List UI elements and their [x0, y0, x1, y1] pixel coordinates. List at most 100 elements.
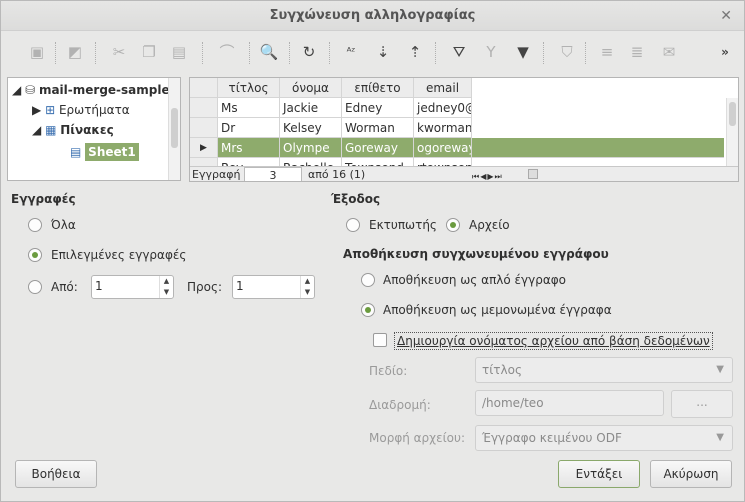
data-to-text-icon[interactable]: ≡: [595, 40, 619, 64]
stepper-arrows-icon[interactable]: ▲ ▼: [300, 276, 314, 298]
records-heading: Εγγραφές: [11, 192, 76, 206]
paste-icon[interactable]: ▤: [167, 40, 191, 64]
chevron-down-icon: ▼: [716, 364, 724, 375]
expand-down-icon[interactable]: ◢: [12, 83, 21, 97]
expand-right-icon[interactable]: ▶: [32, 103, 41, 117]
help-button[interactable]: Βοήθεια: [15, 460, 97, 488]
save-heading: Αποθήκευση συγχωνευμένου εγγράφου: [343, 247, 609, 261]
grid-cell[interactable]: Mrs: [218, 138, 280, 158]
undo-icon[interactable]: ⌒: [215, 40, 239, 64]
save-individual-label[interactable]: Αποθήκευση ως μεμονωμένα έγγραφα: [383, 302, 612, 318]
apply-filter-icon[interactable]: ▼: [511, 40, 535, 64]
output-printer-radio[interactable]: [346, 218, 360, 232]
grid-cell[interactable]: jedney0@: [414, 98, 472, 118]
grid-cell[interactable]: Goreway: [342, 138, 414, 158]
grid-cell[interactable]: Olympe: [280, 138, 342, 158]
tree-item-queries[interactable]: ▶ ⊞ Ερωτήματα: [32, 100, 130, 120]
grid-cell[interactable]: kworman1: [414, 118, 472, 138]
column-header[interactable]: τίτλος: [218, 78, 280, 98]
field-select[interactable]: τίτλος ▼: [475, 357, 733, 383]
row-header-corner: [190, 78, 218, 98]
row-header[interactable]: [190, 98, 218, 118]
filter-icon[interactable]: Y: [479, 40, 503, 64]
output-printer-label[interactable]: Εκτυπωτής: [369, 217, 437, 233]
grid-scrollbar[interactable]: [726, 98, 738, 166]
mail-merge-icon[interactable]: ✉: [657, 40, 681, 64]
output-heading: Έξοδος: [331, 192, 381, 206]
stepper-arrows-icon[interactable]: ▲ ▼: [159, 276, 173, 298]
sort-descending-icon[interactable]: ⇡: [403, 40, 427, 64]
data-grid: τίτλος όνομα επίθετο email Ms Jackie Edn…: [189, 77, 739, 182]
output-file-radio[interactable]: [446, 218, 460, 232]
records-selected-radio[interactable]: [28, 248, 42, 262]
grid-cell[interactable]: Ms: [218, 98, 280, 118]
column-header[interactable]: email: [414, 78, 472, 98]
record-label: Εγγραφή: [192, 168, 241, 181]
grid-cell[interactable]: Jackie: [280, 98, 342, 118]
ok-button[interactable]: Εντάξει: [558, 460, 640, 488]
scroll-box-icon[interactable]: [528, 169, 538, 179]
save-single-label[interactable]: Αποθήκευση ως απλό έγγραφο: [383, 272, 566, 288]
sort-ascending-icon[interactable]: ⇣: [371, 40, 395, 64]
column-header[interactable]: όνομα: [280, 78, 342, 98]
field-label: Πεδίο:: [369, 364, 408, 378]
to-stepper[interactable]: 1 ▲ ▼: [232, 275, 315, 299]
records-selected-label[interactable]: Επιλεγμένες εγγραφές: [51, 247, 186, 263]
autofilter-icon[interactable]: ⛛: [447, 40, 471, 64]
grid-cell[interactable]: Kelsey: [280, 118, 342, 138]
record-navigation-bar: Εγγραφή 3 από 16 (1) ⏮◀▶⏭: [190, 166, 738, 181]
database-icon: ⛁: [25, 83, 36, 97]
path-input[interactable]: /home/teo: [475, 390, 664, 416]
tree-item-sheet1[interactable]: ▤ Sheet1: [70, 142, 139, 162]
edit-data-icon[interactable]: ◩: [63, 40, 87, 64]
from-label: Από:: [51, 280, 78, 294]
tree-item-tables[interactable]: ◢ ▦ Πίνακες: [32, 120, 114, 140]
browse-button[interactable]: ...: [671, 390, 733, 418]
data-source-tree: ◢ ⛁ mail-merge-sample ▶ ⊞ Ερωτήματα ◢ ▦ …: [7, 77, 181, 181]
grid-cell[interactable]: Edney: [342, 98, 414, 118]
expand-down-icon[interactable]: ◢: [32, 123, 41, 137]
queries-icon: ⊞: [45, 103, 56, 117]
record-number-input[interactable]: 3: [244, 167, 302, 181]
current-row-icon[interactable]: ▶: [190, 138, 218, 158]
window-title: Συγχώνευση αλληλογραφίας: [269, 8, 476, 23]
title-bar: Συγχώνευση αλληλογραφίας ✕: [1, 1, 744, 31]
close-icon[interactable]: ✕: [720, 1, 732, 31]
chevron-down-icon: ▼: [716, 432, 724, 443]
output-file-label[interactable]: Αρχείο: [469, 217, 510, 233]
path-label: Διαδρομή:: [369, 398, 431, 412]
table-icon: ▤: [70, 145, 82, 159]
refresh-icon[interactable]: ↻: [297, 40, 321, 64]
record-nav-buttons-icon[interactable]: ⏮◀▶⏭: [472, 169, 503, 181]
records-from-radio[interactable]: [28, 280, 42, 294]
save-document-icon[interactable]: ▣: [25, 40, 49, 64]
selected-row-fill: [472, 138, 724, 158]
records-all-label[interactable]: Όλα: [51, 217, 76, 233]
format-label: Μορφή αρχείου:: [369, 431, 465, 445]
generate-name-checkbox[interactable]: [373, 333, 387, 347]
cut-icon[interactable]: ✂: [107, 40, 131, 64]
records-all-radio[interactable]: [28, 218, 42, 232]
grid-cell[interactable]: ogoreway.: [414, 138, 472, 158]
sort-icon[interactable]: ᴬᶻ: [339, 40, 363, 64]
row-header[interactable]: [190, 118, 218, 138]
cancel-button[interactable]: Ακύρωση: [650, 460, 732, 488]
data-to-fields-icon[interactable]: ≣: [625, 40, 649, 64]
save-single-radio[interactable]: [361, 273, 375, 287]
copy-icon[interactable]: ❐: [137, 40, 161, 64]
tree-item-root[interactable]: ◢ ⛁ mail-merge-sample: [12, 80, 170, 100]
grid-cell[interactable]: Worman: [342, 118, 414, 138]
grid-cell[interactable]: Dr: [218, 118, 280, 138]
more-options-icon[interactable]: »: [713, 40, 737, 64]
toolbar: ▣ ◩ ✂ ❐ ▤ ⌒ 🔍 ↻ ᴬᶻ ⇣ ⇡ ⛛ Y ▼ ⛉ ≡ ≣ ✉ »: [7, 38, 739, 68]
search-icon[interactable]: 🔍: [257, 40, 281, 64]
tables-icon: ▦: [45, 123, 57, 137]
remove-filter-icon[interactable]: ⛉: [555, 40, 579, 64]
column-header[interactable]: επίθετο: [342, 78, 414, 98]
to-label: Προς:: [187, 280, 223, 294]
save-individual-radio[interactable]: [361, 303, 375, 317]
tree-scrollbar[interactable]: [168, 78, 180, 180]
format-select[interactable]: Έγγραφο κειμένου ODF ▼: [475, 425, 733, 451]
from-stepper[interactable]: 1 ▲ ▼: [91, 275, 174, 299]
generate-name-label[interactable]: Δημιουργία ονόματος αρχείου από βάση δεδ…: [394, 332, 713, 350]
